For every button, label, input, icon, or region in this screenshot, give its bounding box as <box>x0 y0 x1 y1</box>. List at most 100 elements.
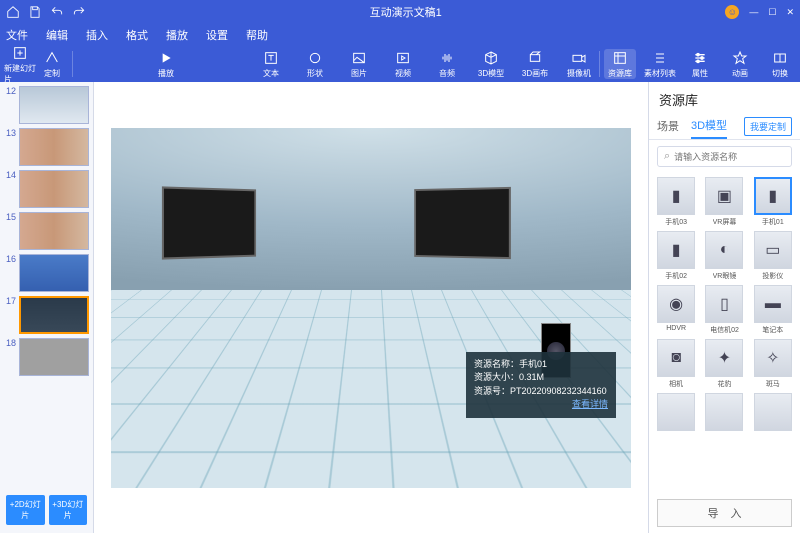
asset-thumb: ▯ <box>705 285 743 323</box>
asset-item[interactable] <box>655 393 697 433</box>
asset-thumb <box>705 393 743 431</box>
asset-item[interactable]: ▣ VR屏幕 <box>703 177 745 227</box>
menu-format[interactable]: 格式 <box>126 27 148 43</box>
slide-thumb[interactable]: 17 <box>4 296 89 334</box>
slide-panel: 12 13 14 15 16 17 18 +2D幻灯片 +3D幻灯片 <box>0 82 94 533</box>
tooltip-name: 手机01 <box>519 359 547 369</box>
asset-item[interactable]: ◙相机 <box>655 339 697 389</box>
menu-play[interactable]: 播放 <box>166 27 188 43</box>
asset-thumb: ▮ <box>657 177 695 215</box>
asset-item[interactable]: ▮ 手机02 <box>655 231 697 281</box>
menu-file[interactable]: 文件 <box>6 27 28 43</box>
panel-props-button[interactable]: 属性 <box>684 49 716 79</box>
slide-thumb[interactable]: 14 <box>4 170 89 208</box>
menu-help[interactable]: 帮助 <box>246 27 268 43</box>
asset-label: 手机03 <box>665 217 687 227</box>
asset-thumb: ▭ <box>754 231 792 269</box>
asset-label: 手机01 <box>762 217 784 227</box>
asset-thumb: ◐ <box>705 231 743 269</box>
asset-thumb: ▮ <box>754 177 792 215</box>
asset-item[interactable]: ✦ 花豹 <box>703 339 745 389</box>
panel-anim-button[interactable]: 动画 <box>724 49 756 79</box>
audio-button[interactable]: 音频 <box>431 49 463 79</box>
toolbar: 新建幻灯片 定制 播放 文本 形状 图片 视频 音频 3D模型 3D画布 摄像机… <box>0 46 800 82</box>
close-icon[interactable]: ✕ <box>786 7 794 18</box>
add-2d-slide-button[interactable]: +2D幻灯片 <box>6 495 45 525</box>
asset-item[interactable]: ▬笔记本 <box>752 285 794 335</box>
camera-button[interactable]: 摄像机 <box>563 49 595 79</box>
search-icon: ⌕ <box>664 150 670 163</box>
asset-label: 相机 <box>669 379 683 389</box>
asset-label: 电信机02 <box>710 325 739 335</box>
home-icon[interactable] <box>6 5 20 19</box>
import-button[interactable]: 导入 <box>657 499 792 527</box>
asset-label: VR眼镜 <box>713 271 737 281</box>
panel-trans-button[interactable]: 切换 <box>764 49 796 79</box>
resource-panel: 资源库 场景 3D模型 我要定制 ⌕ ▮ 手机03 ▣ VR屏幕 ▮ 手机01 ▮ 手机02 ◐… <box>648 82 800 533</box>
asset-thumb: ◉ <box>657 285 695 323</box>
slide-thumb[interactable]: 15 <box>4 212 89 250</box>
slide-thumb[interactable]: 12 <box>4 86 89 124</box>
asset-item[interactable]: ▯ 电信机02 <box>703 285 745 335</box>
asset-item[interactable]: ▭ 投影仪 <box>752 231 794 281</box>
add-3d-slide-button[interactable]: +3D幻灯片 <box>49 495 88 525</box>
3dcanvas-button[interactable]: 3D画布 <box>519 49 551 79</box>
slide-thumb[interactable]: 13 <box>4 128 89 166</box>
menu-settings[interactable]: 设置 <box>206 27 228 43</box>
redo-icon[interactable] <box>72 5 86 19</box>
stage-3d[interactable]: 资源名称：手机01 资源大小：0.31M 资源号：PT2022090823234… <box>111 128 631 488</box>
slide-thumb[interactable]: 18 <box>4 338 89 376</box>
minimize-icon[interactable]: — <box>749 7 758 17</box>
asset-item[interactable]: ◉ HDVR <box>655 285 697 335</box>
3dmodel-button[interactable]: 3D模型 <box>475 49 507 79</box>
undo-icon[interactable] <box>50 5 64 19</box>
asset-item[interactable] <box>703 393 745 433</box>
asset-label: 斑马 <box>766 379 780 389</box>
panel-matlist-button[interactable]: 素材列表 <box>644 49 676 79</box>
tab-scene[interactable]: 场景 <box>657 114 679 138</box>
panel-title: 资源库 <box>649 82 800 113</box>
play-button[interactable]: 播放 <box>150 49 182 79</box>
asset-label: 投影仪 <box>762 271 783 281</box>
asset-label: HDVR <box>666 325 686 332</box>
customize-button[interactable]: 定制 <box>36 44 68 85</box>
canvas[interactable]: 资源名称：手机01 资源大小：0.31M 资源号：PT2022090823234… <box>94 82 648 533</box>
asset-tooltip: 资源名称：手机01 资源大小：0.31M 资源号：PT2022090823234… <box>466 352 616 418</box>
user-avatar[interactable]: ☺ <box>725 5 739 19</box>
image-button[interactable]: 图片 <box>343 49 375 79</box>
search-box[interactable]: ⌕ <box>657 146 792 167</box>
asset-thumb: ✦ <box>705 339 743 377</box>
asset-item[interactable] <box>752 393 794 433</box>
asset-thumb: ✧ <box>754 339 792 377</box>
maximize-icon[interactable]: ☐ <box>768 7 776 18</box>
asset-item[interactable]: ▮ 手机03 <box>655 177 697 227</box>
asset-label: VR屏幕 <box>713 217 737 227</box>
asset-item[interactable]: ◐ VR眼镜 <box>703 231 745 281</box>
tab-3dmodel[interactable]: 3D模型 <box>691 113 727 139</box>
customize-link[interactable]: 我要定制 <box>744 117 792 136</box>
asset-thumb <box>657 393 695 431</box>
stage-screen-right[interactable] <box>414 186 511 258</box>
tooltip-id: PT20220908232344160 <box>510 386 607 396</box>
asset-item[interactable]: ✧ 斑马 <box>752 339 794 389</box>
search-input[interactable] <box>674 152 791 162</box>
asset-item[interactable]: ▮ 手机01 <box>752 177 794 227</box>
stage-screen-left[interactable] <box>162 186 256 259</box>
asset-thumb <box>754 393 792 431</box>
asset-label: 手机02 <box>665 271 687 281</box>
shape-button[interactable]: 形状 <box>299 49 331 79</box>
text-button[interactable]: 文本 <box>255 49 287 79</box>
asset-thumb: ▣ <box>705 177 743 215</box>
menu-insert[interactable]: 插入 <box>86 27 108 43</box>
asset-thumb: ▮ <box>657 231 695 269</box>
video-button[interactable]: 视频 <box>387 49 419 79</box>
menu-edit[interactable]: 编辑 <box>46 27 68 43</box>
tooltip-size: 0.31M <box>519 372 544 382</box>
asset-thumb: ▬ <box>754 285 792 323</box>
new-slide-button[interactable]: 新建幻灯片 <box>4 44 36 85</box>
tooltip-detail-link[interactable]: 查看详情 <box>572 398 608 412</box>
panel-reslib-button[interactable]: 资源库 <box>604 49 636 79</box>
asset-label: 花豹 <box>717 379 731 389</box>
slide-thumb[interactable]: 16 <box>4 254 89 292</box>
save-icon[interactable] <box>28 5 42 19</box>
